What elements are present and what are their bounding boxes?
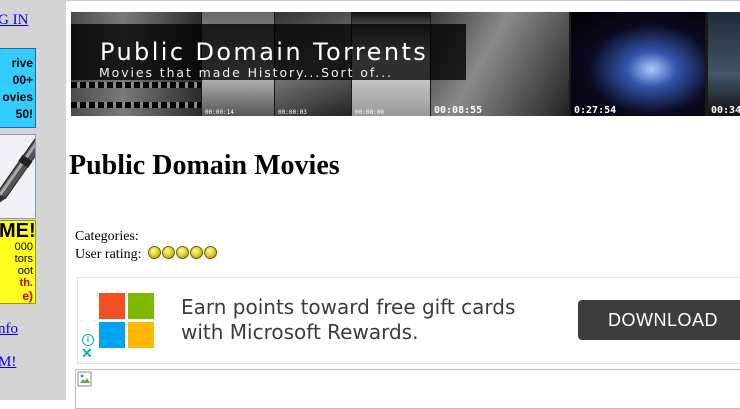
promo-line: th.: [19, 277, 33, 289]
broken-image-icon: [77, 371, 92, 387]
rating-stars: [147, 246, 218, 264]
ad-line: with Microsoft Rewards.: [181, 320, 419, 344]
promo-line: 000: [14, 241, 33, 253]
rating-label: User rating:: [75, 247, 142, 262]
star-icon: [189, 246, 203, 259]
promo-line: ovies: [2, 90, 33, 104]
download-button[interactable]: DOWNLOAD: [578, 300, 740, 340]
star-icon: [175, 246, 189, 259]
thumbnail-timestamp: 0:27:54: [574, 105, 617, 116]
promo-line: rive: [11, 56, 33, 70]
promo-line: tors: [14, 253, 33, 265]
site-subtitle: Movies that made History...Sort of...: [99, 65, 393, 80]
promo-banner-yellow[interactable]: ME! 000 tors oot th. e): [0, 220, 36, 304]
advertisement[interactable]: Earn points toward free gift cards with …: [77, 277, 740, 364]
banner-thumbnail: 00:34:: [708, 12, 740, 116]
promo-banner-pen[interactable]: [0, 134, 47, 219]
banner-title-box: Public Domain Torrents Movies that made …: [71, 24, 466, 80]
thumbnail-timestamp: 00:00:14: [205, 109, 234, 116]
thumbnail-timestamp: 00:08:55: [434, 105, 483, 116]
left-sidebar: G IN rive 00+ ovies 50! ME! 000 tors oot…: [0, 0, 66, 400]
banner-thumbnail: 0:27:54: [571, 12, 705, 116]
info-link[interactable]: nfo: [0, 321, 18, 338]
site-banner[interactable]: 00:00:14 00:00:03 00:00:00 00:08:55 0:27…: [71, 12, 740, 116]
ad-line: Earn points toward free gift cards: [181, 295, 516, 319]
promo-line: oot: [17, 265, 33, 277]
site-title: Public Domain Torrents: [100, 38, 429, 66]
page-title: Public Domain Movies: [69, 150, 340, 181]
thumbnail-timestamp: 00:00:03: [278, 109, 307, 116]
thumbnail-timestamp: 00:34:: [711, 105, 740, 116]
microsoft-logo: [99, 293, 154, 348]
thumbnail-timestamp: 00:00:00: [355, 109, 384, 116]
pen-image: [0, 134, 47, 218]
login-link[interactable]: G IN: [0, 12, 28, 29]
star-icon: [203, 246, 217, 259]
star-icon: [147, 246, 161, 259]
categories-label: Categories:: [75, 229, 139, 244]
promo-banner-blue[interactable]: rive 00+ ovies 50!: [0, 48, 36, 128]
user-rating: User rating:: [75, 246, 218, 264]
close-icon[interactable]: ✕: [81, 346, 93, 360]
promo-line: 50!: [15, 107, 33, 121]
top-divider: [0, 0, 740, 1]
star-icon: [161, 246, 175, 259]
ad-text[interactable]: Earn points toward free gift cards with …: [181, 295, 515, 345]
promo-line-red: e): [22, 289, 33, 303]
sidebar-link-m[interactable]: M!: [0, 354, 16, 371]
promo-headline: ME!: [0, 220, 36, 242]
promo-line: 00+: [12, 73, 33, 87]
image-placeholder: [75, 369, 740, 409]
